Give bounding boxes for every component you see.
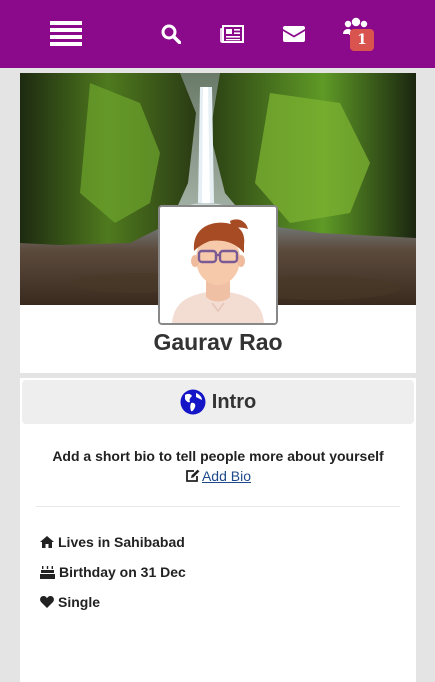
- profile-avatar[interactable]: [158, 205, 278, 325]
- intro-header: Intro: [22, 380, 414, 424]
- search-button[interactable]: [156, 0, 186, 68]
- intro-title: Intro: [211, 390, 257, 413]
- menu-icon: [50, 21, 82, 46]
- bio-prompt: Add a short bio to tell people more abou…: [52, 448, 384, 464]
- add-bio-label[interactable]: Add Bio: [202, 468, 251, 484]
- envelope-icon: [283, 26, 305, 42]
- info-item-relationship: Single: [40, 594, 100, 610]
- heart-icon: [40, 596, 54, 608]
- home-icon: [40, 536, 54, 548]
- info-item-text: Lives in Sahibabad: [58, 534, 185, 550]
- divider: [36, 506, 400, 507]
- search-icon: [161, 24, 181, 44]
- notification-badge: 1: [350, 29, 374, 51]
- info-item-text: Birthday on 31 Dec: [59, 564, 186, 580]
- info-item-text: Single: [58, 594, 101, 610]
- intro-card: Intro Add a short bio to tell people mor…: [20, 378, 416, 682]
- profile-card: Gaurav Rao: [20, 73, 416, 373]
- avatar-illustration: [160, 207, 276, 323]
- menu-button[interactable]: [46, 0, 86, 68]
- top-navbar: 1: [0, 0, 435, 68]
- news-feed-button[interactable]: [216, 0, 248, 68]
- add-bio-link[interactable]: Add Bio: [20, 468, 416, 484]
- birthday-cake-icon: [40, 566, 55, 579]
- info-item-residence: Lives in Sahibabad: [40, 534, 185, 550]
- messages-button[interactable]: [278, 0, 310, 68]
- edit-icon: [186, 469, 200, 482]
- newspaper-icon: [220, 25, 244, 43]
- globe-icon: [180, 389, 206, 415]
- profile-name: Gaurav Rao: [153, 329, 283, 355]
- info-item-birthday: Birthday on 31 Dec: [40, 564, 186, 580]
